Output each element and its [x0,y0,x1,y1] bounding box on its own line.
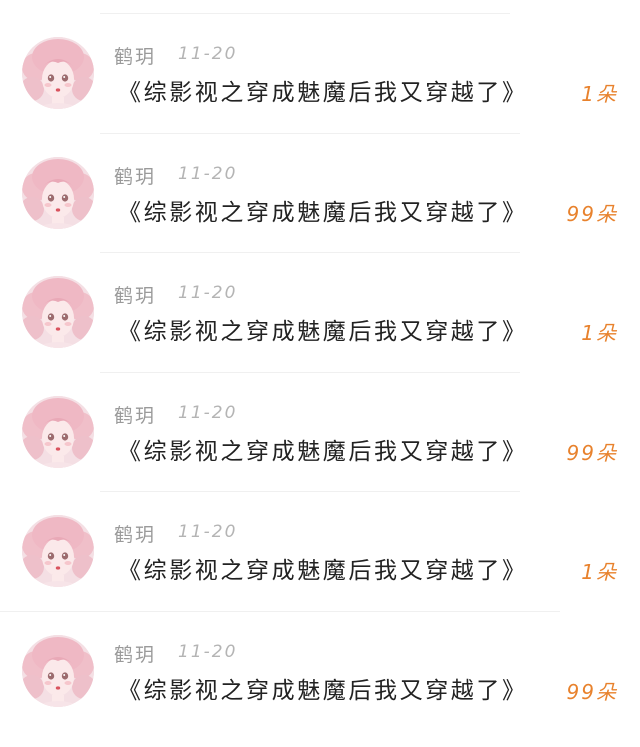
book-title[interactable]: 《综影视之穿成魅魔后我又穿越了》 [118,312,528,346]
username[interactable]: 鹤玥 [114,401,156,428]
flower-count: 99朵 [566,440,618,465]
comment-date: 11-20 [178,641,238,662]
list-item[interactable]: 鹤玥 11-20 《综影视之穿成魅魔后我又穿越了》 99朵 [0,134,640,253]
list-item[interactable]: 鹤玥 11-20 《综影视之穿成魅魔后我又穿越了》 99朵 [0,373,640,492]
username[interactable]: 鹤玥 [114,42,156,69]
list-item[interactable]: 鹤玥 11-20 《综影视之穿成魅魔后我又穿越了》 99朵 [0,612,640,732]
username[interactable]: 鹤玥 [114,162,156,189]
book-title[interactable]: 《综影视之穿成魅魔后我又穿越了》 [118,73,528,107]
gift-comment-list: 鹤玥 11-20 《综影视之穿成魅魔后我又穿越了》 1朵 鹤玥 11-20 《综… [0,14,640,731]
book-title[interactable]: 《综影视之穿成魅魔后我又穿越了》 [118,671,528,705]
comment-date: 11-20 [178,163,238,184]
avatar[interactable] [22,515,94,587]
pink-haired-girl-avatar-icon [22,515,94,587]
avatar[interactable] [22,634,94,707]
comment-date: 11-20 [178,44,238,64]
flower-count: 99朵 [566,201,618,226]
list-item[interactable]: 鹤玥 11-20 《综影视之穿成魅魔后我又穿越了》 1朵 [0,492,640,612]
pink-haired-girl-avatar-icon [22,37,94,109]
pink-haired-girl-avatar-icon [22,634,94,707]
comment-date: 11-20 [178,522,238,542]
pink-haired-girl-avatar-icon [22,395,94,468]
book-title[interactable]: 《综影视之穿成魅魔后我又穿越了》 [118,432,528,466]
avatar[interactable] [22,37,94,109]
flower-count: 1朵 [581,321,618,345]
username[interactable]: 鹤玥 [114,520,156,547]
avatar[interactable] [22,276,94,348]
username[interactable]: 鹤玥 [114,281,156,308]
flower-count: 99朵 [566,679,618,704]
pink-haired-girl-avatar-icon [22,276,94,348]
comment-date: 11-20 [178,402,238,423]
book-title[interactable]: 《综影视之穿成魅魔后我又穿越了》 [118,551,528,585]
list-item[interactable]: 鹤玥 11-20 《综影视之穿成魅魔后我又穿越了》 1朵 [0,253,640,373]
book-title[interactable]: 《综影视之穿成魅魔后我又穿越了》 [118,193,528,227]
flower-count: 1朵 [581,560,618,584]
avatar[interactable] [22,395,94,468]
list-item[interactable]: 鹤玥 11-20 《综影视之穿成魅魔后我又穿越了》 1朵 [0,14,640,134]
avatar[interactable] [22,156,94,229]
username[interactable]: 鹤玥 [114,640,156,667]
comment-date: 11-20 [178,283,238,303]
flower-count: 1朵 [581,82,618,106]
pink-haired-girl-avatar-icon [22,156,94,229]
